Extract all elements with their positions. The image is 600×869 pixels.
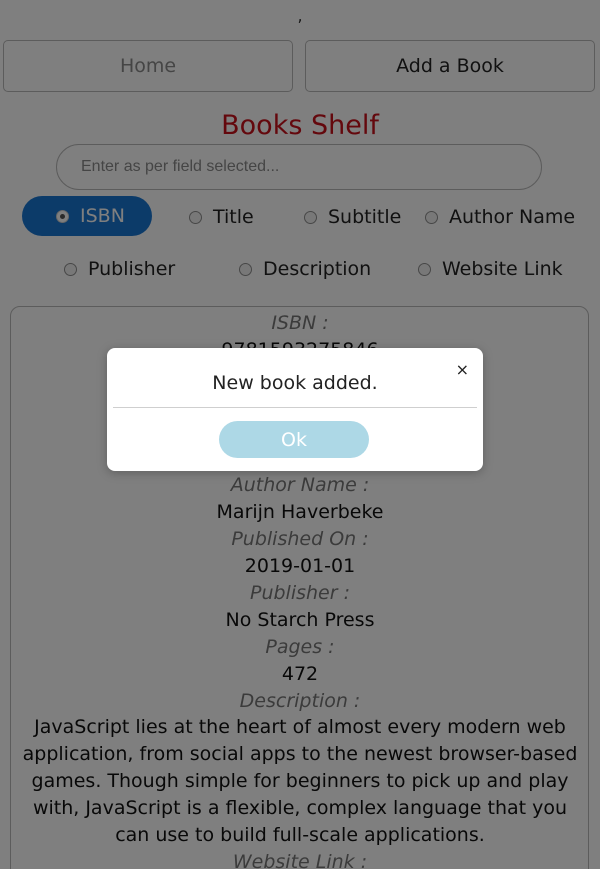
page: , Home Add a Book Books Shelf ISBN Title… [0,0,600,869]
dialog-divider [113,407,477,408]
ok-button[interactable]: Ok [219,421,369,458]
confirmation-dialog: New book added. × Ok [107,348,483,471]
dialog-message: New book added. [212,372,378,394]
close-icon[interactable]: × [456,360,469,379]
